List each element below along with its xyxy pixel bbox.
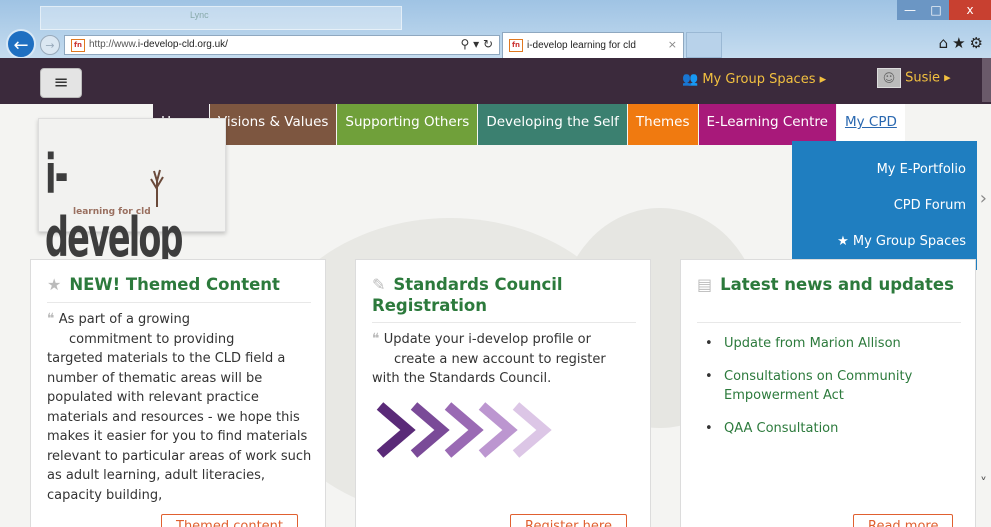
site-top-bar: ≡ 👥 My Group Spaces ▸ ☺ Susie ▸ — [0, 58, 991, 104]
divider — [47, 302, 311, 303]
tab-close-icon[interactable]: × — [668, 38, 677, 51]
forward-button[interactable]: → — [40, 35, 60, 55]
card-title: ✎ Standards Council Registration — [372, 274, 636, 316]
card-text-indent: create a new account to register — [394, 351, 606, 367]
home-favorites-settings-icons[interactable]: ⌂★⚙ — [939, 34, 987, 52]
group-spaces-label: My Group Spaces ▸ — [702, 72, 827, 87]
news-item[interactable]: QAA Consultation — [705, 419, 965, 438]
tab-title: i-develop learning for cld — [527, 40, 636, 51]
card-text: ❝ As part of a growing commitment to pro… — [47, 310, 315, 505]
avatar: ☺ — [877, 68, 901, 88]
url-text[interactable]: http://www.i-develop-cld.org.uk/ — [89, 39, 228, 50]
card-title: ★ NEW! Themed Content — [47, 274, 311, 295]
back-button[interactable]: ← — [6, 29, 36, 59]
card-text-indent: commitment to providing — [69, 331, 235, 347]
carousel-next-icon[interactable]: › — [980, 188, 987, 209]
news-item[interactable]: Update from Marion Allison — [705, 334, 965, 353]
nav-developing-self[interactable]: Developing the Self — [478, 104, 627, 145]
tree-icon — [150, 169, 164, 207]
logo-tagline: learning for cld — [73, 207, 151, 217]
main-navigation: Home Visions & Values Supporting Others … — [153, 104, 906, 145]
group-icon: 👥 — [682, 72, 699, 87]
web-page: ≡ 👥 My Group Spaces ▸ ☺ Susie ▸ Home Vis… — [0, 58, 991, 527]
menu-toggle-button[interactable]: ≡ — [40, 68, 82, 98]
user-name: Susie ▸ — [905, 70, 951, 86]
maximize-button[interactable]: □ — [923, 0, 949, 20]
quote-icon: ❝ — [47, 311, 55, 327]
minimize-button[interactable]: — — [897, 0, 923, 20]
nav-my-cpd[interactable]: My CPD — [836, 104, 905, 145]
scrollbar-thumb[interactable] — [982, 58, 991, 102]
close-window-button[interactable]: x — [949, 0, 991, 20]
browser-tab[interactable]: fn i-develop learning for cld × — [502, 32, 684, 58]
card-title-text: Latest news and updates — [720, 275, 954, 294]
browser-chrome: Lync ← → fn http://www.i-develop-cld.org… — [0, 0, 991, 59]
scroll-down-icon[interactable]: ˅ — [980, 476, 987, 492]
newspaper-icon: ▤ — [697, 275, 713, 294]
card-text-rest: with the Standards Council. — [372, 371, 552, 386]
latest-news-card: ▤ Latest news and updates Update from Mar… — [680, 259, 976, 527]
address-bar[interactable]: fn http://www.i-develop-cld.org.uk/ ⚲ ▾ … — [64, 35, 500, 55]
nav-visions-values[interactable]: Visions & Values — [209, 104, 337, 145]
divider — [697, 322, 961, 323]
search-refresh-icons[interactable]: ⚲ ▾ ↻ — [461, 37, 494, 51]
dropdown-item-cpd-forum[interactable]: CPD Forum — [894, 198, 966, 213]
background-window — [40, 6, 402, 30]
card-title-text: Standards Council Registration — [372, 275, 563, 315]
favicon-icon: fn — [71, 39, 85, 52]
chevron-arrows-graphic — [376, 402, 552, 458]
standards-council-card: ✎ Standards Council Registration ❝ Update… — [355, 259, 651, 527]
card-text-rest: targeted materials to the CLD field a nu… — [47, 351, 312, 503]
dropdown-item-group-spaces[interactable]: ★ My Group Spaces — [837, 234, 966, 249]
quote-icon: ❝ — [372, 331, 380, 347]
tab-favicon-icon: fn — [509, 39, 523, 52]
register-here-button[interactable]: Register here — [510, 514, 627, 527]
themed-content-card: ★ NEW! Themed Content ❝ As part of a grow… — [30, 259, 326, 527]
divider — [372, 322, 636, 323]
themed-content-button[interactable]: Themed content — [161, 514, 298, 527]
nav-supporting-others[interactable]: Supporting Others — [337, 104, 478, 145]
news-item[interactable]: Consultations on Community Empowerment A… — [705, 367, 965, 405]
new-tab-button[interactable] — [686, 32, 722, 58]
card-text-lead: Update your i-develop profile or — [383, 332, 591, 347]
card-text-lead: As part of a growing — [58, 312, 191, 327]
card-title: ▤ Latest news and updates — [697, 274, 961, 295]
star-icon: ★ — [47, 275, 62, 294]
background-window-title: Lync — [190, 10, 209, 20]
news-list: Update from Marion Allison Consultations… — [705, 334, 965, 452]
window-controls: — □ x — [897, 0, 991, 22]
nav-themes[interactable]: Themes — [627, 104, 698, 145]
site-logo[interactable]: i-develop learning for cld — [38, 118, 226, 269]
read-more-button[interactable]: Read more — [853, 514, 954, 527]
pencil-icon: ✎ — [372, 275, 386, 294]
my-group-spaces-link[interactable]: 👥 My Group Spaces ▸ — [682, 72, 826, 87]
cpd-dropdown-menu: My E-Portfolio CPD Forum ★ My Group Spac… — [792, 141, 977, 270]
dropdown-item-e-portfolio[interactable]: My E-Portfolio — [877, 162, 966, 177]
user-menu[interactable]: ☺ Susie ▸ — [877, 68, 951, 88]
url-domain: i-develop-cld.org.uk/ — [137, 39, 228, 50]
card-title-text: NEW! Themed Content — [69, 275, 280, 294]
card-text: ❝ Update your i-develop profile or creat… — [372, 330, 640, 389]
nav-e-learning-centre[interactable]: E-Learning Centre — [698, 104, 836, 145]
url-prefix: http://www. — [89, 39, 138, 50]
